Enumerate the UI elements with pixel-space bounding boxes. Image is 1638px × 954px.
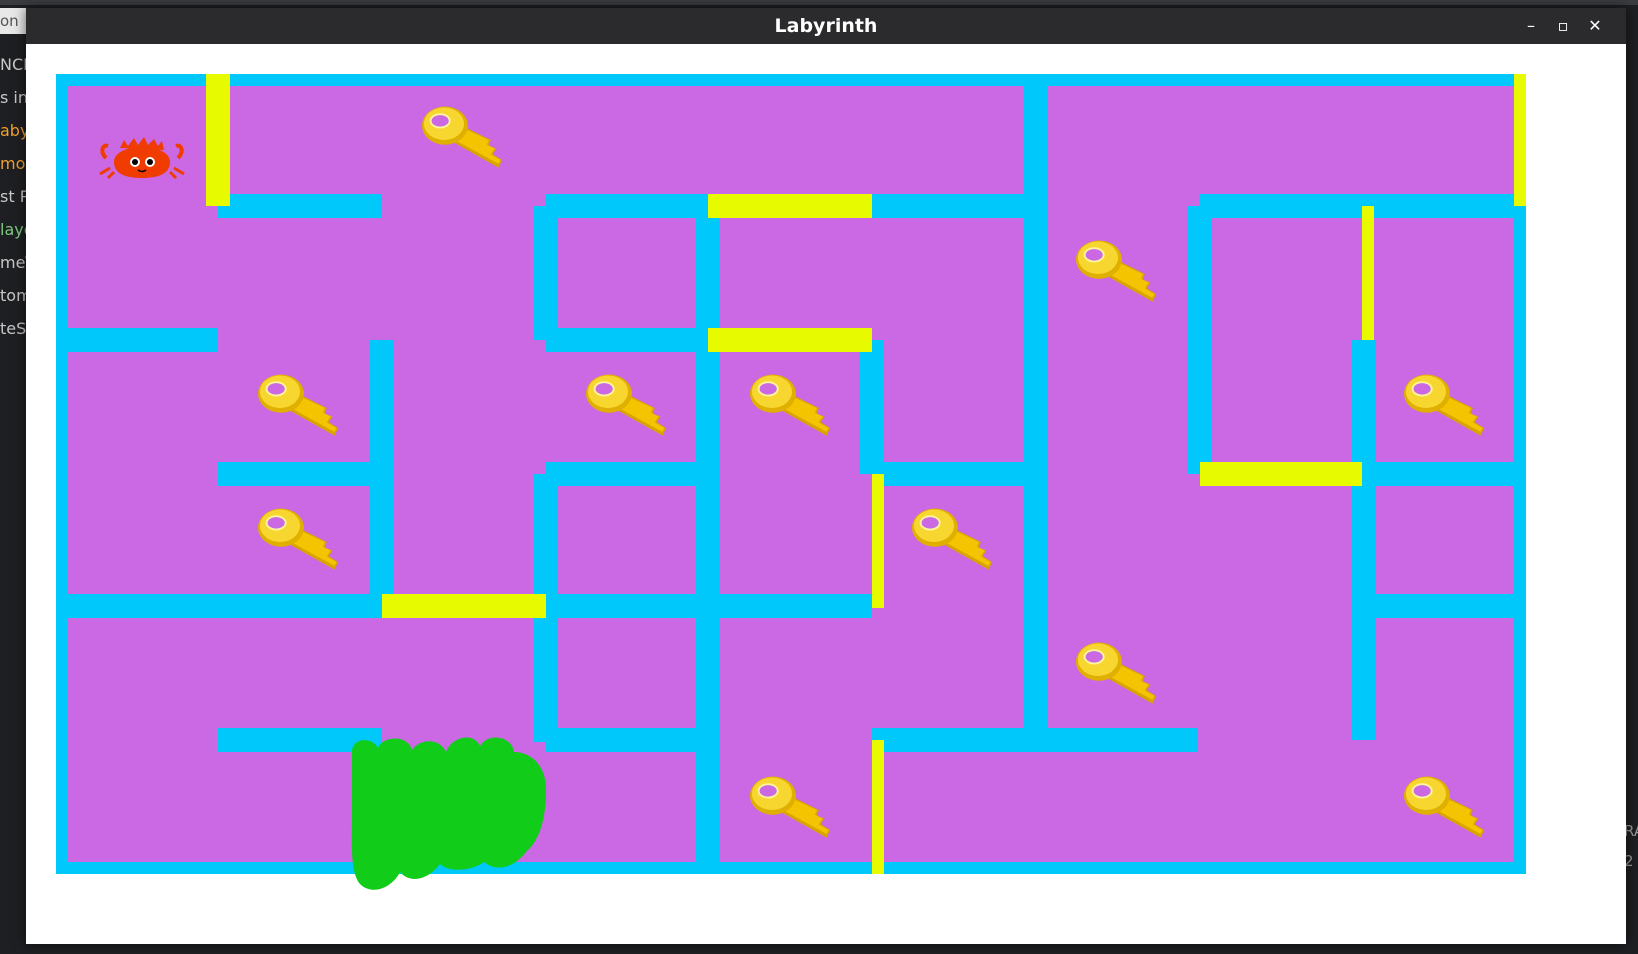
maze-wall	[1024, 74, 1048, 742]
editor-line: teS	[0, 319, 26, 338]
maze-wall	[56, 594, 382, 618]
door-barrier	[206, 74, 230, 206]
editor-line: s in	[0, 88, 26, 107]
editor-topbar	[0, 0, 1638, 5]
maze-wall	[56, 862, 1526, 874]
door-barrier	[872, 740, 884, 874]
labyrinth-window: Labyrinth – ▫ ✕	[26, 8, 1626, 944]
maze-wall	[860, 340, 884, 474]
editor-right-fragment: RA	[1624, 822, 1638, 840]
maze-wall	[1188, 206, 1212, 474]
editor-line: tom	[0, 286, 26, 305]
maze-wall	[218, 462, 382, 486]
maze-board[interactable]	[26, 44, 1626, 944]
door-barrier	[1514, 74, 1526, 206]
maze-wall	[1362, 594, 1514, 618]
window-titlebar[interactable]: Labyrinth – ▫ ✕	[26, 8, 1626, 44]
editor-line: laye	[0, 220, 26, 239]
maximize-button[interactable]: ▫	[1546, 8, 1580, 44]
editor-line: abyr	[0, 121, 26, 140]
editor-line: NCE	[0, 55, 26, 74]
window-title: Labyrinth	[774, 15, 878, 37]
maze-wall	[546, 194, 708, 218]
maze-wall	[370, 340, 394, 606]
maze-wall	[56, 74, 68, 874]
editor-line: mod	[0, 154, 26, 173]
minimize-button[interactable]: –	[1514, 8, 1548, 44]
door-barrier	[708, 194, 872, 218]
maze-wall	[56, 74, 1526, 86]
maze-wall	[1352, 340, 1376, 740]
maze-wall	[1362, 462, 1514, 486]
maze-wall	[1200, 194, 1514, 218]
door-barrier	[872, 474, 884, 608]
editor-line: st P	[0, 187, 26, 206]
maze-wall	[546, 728, 708, 752]
editor-line: meT	[0, 253, 26, 272]
maze-wall	[546, 462, 708, 486]
door-barrier	[708, 328, 872, 352]
game-canvas[interactable]	[26, 44, 1626, 944]
door-barrier	[1200, 462, 1362, 486]
door-barrier	[382, 594, 546, 618]
maze-wall	[696, 206, 720, 874]
maze-wall	[872, 462, 1024, 486]
door-barrier	[1362, 206, 1374, 340]
maze-wall	[56, 328, 218, 352]
maze-wall	[872, 194, 1024, 218]
maze-wall	[218, 194, 382, 218]
maze-wall	[546, 328, 708, 352]
maze-wall	[534, 206, 558, 340]
close-button[interactable]: ✕	[1578, 8, 1612, 44]
editor-lines: NCE s in abyr mod st P laye meT tom teS	[0, 48, 26, 345]
